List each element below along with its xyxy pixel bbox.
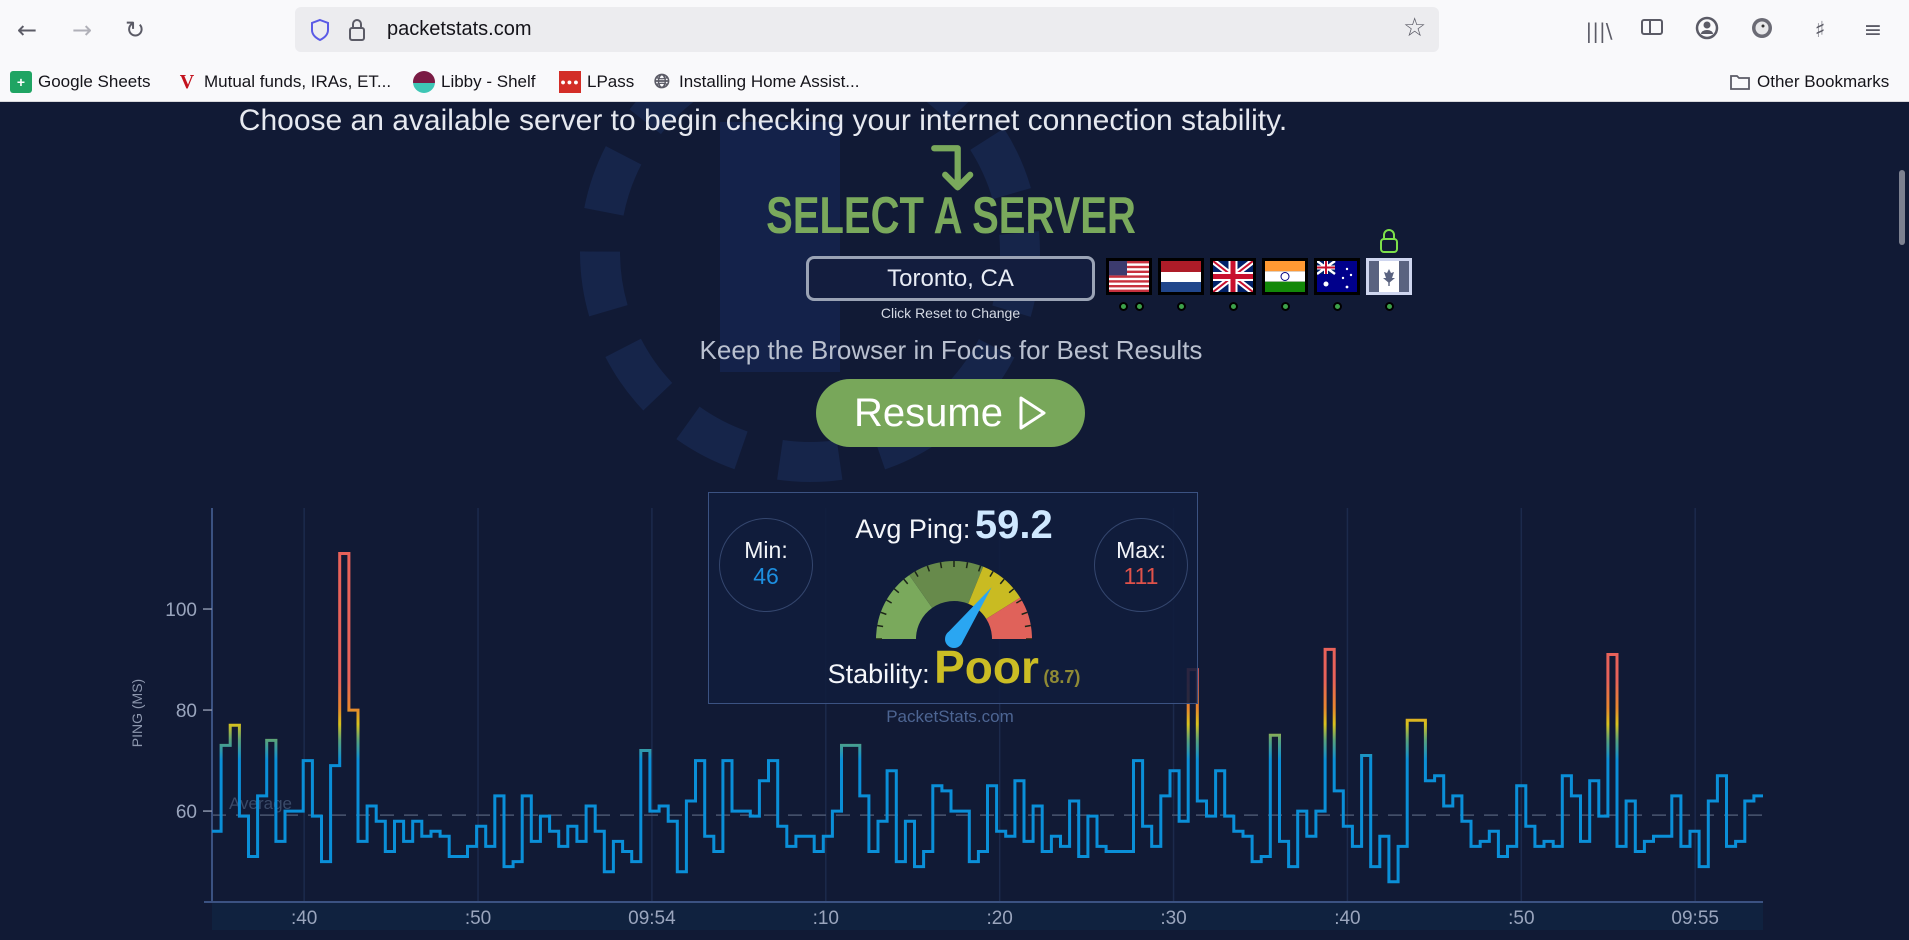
x-tick-label: :50 bbox=[465, 908, 491, 929]
x-tick-label: :40 bbox=[1334, 908, 1360, 929]
bookmark-label: Google Sheets bbox=[38, 72, 151, 91]
packetstats-watermark: PacketStats.com bbox=[886, 707, 1014, 726]
scrollbar-thumb[interactable] bbox=[1899, 170, 1905, 245]
stability-gauge bbox=[876, 561, 1032, 648]
globe-icon: 🌐︎ bbox=[654, 70, 670, 93]
stability-score: (8.7) bbox=[1043, 667, 1081, 687]
gauge-tick bbox=[877, 624, 884, 628]
other-bookmarks-label: Other Bookmarks bbox=[1757, 72, 1890, 91]
bookmark-mutual-funds[interactable]: V Mutual funds, IRAs, ET... bbox=[176, 70, 391, 94]
max-value: 111 bbox=[1123, 563, 1159, 589]
x-tick-label: :40 bbox=[291, 908, 317, 929]
url-text[interactable]: packetstats.com bbox=[387, 18, 532, 41]
lock-icon[interactable] bbox=[348, 17, 366, 42]
x-tick-label: 09:55 bbox=[1671, 908, 1719, 929]
stability-value: Poor bbox=[934, 641, 1039, 693]
bookmark-home-assistant[interactable]: 🌐︎ Installing Home Assist... bbox=[651, 70, 859, 94]
bookmark-label: Libby - Shelf bbox=[441, 72, 536, 91]
star-icon[interactable]: ☆ bbox=[1403, 13, 1426, 43]
min-value: 46 bbox=[753, 563, 779, 589]
reload-icon[interactable]: ↻ bbox=[119, 14, 151, 46]
folder-icon bbox=[1730, 75, 1750, 90]
lastpass-icon: ●●● bbox=[559, 71, 581, 93]
x-tick-label: :30 bbox=[1160, 908, 1186, 929]
shield-icon[interactable] bbox=[309, 18, 331, 42]
google-sheets-icon: + bbox=[10, 71, 32, 93]
stability-label: Stability: bbox=[827, 659, 930, 689]
bookmark-label: Installing Home Assist... bbox=[679, 72, 860, 91]
y-axis-label: PING (MS) bbox=[129, 679, 145, 747]
page-viewport: Choose an available server to begin chec… bbox=[0, 102, 1909, 940]
gauge-tick bbox=[939, 562, 943, 569]
vanguard-icon: V bbox=[179, 70, 195, 93]
forward-icon[interactable]: → bbox=[66, 14, 98, 46]
browser-toolbar: ← → ↻ packetstats.com ☆ |||\ ♯ ≡ bbox=[0, 0, 1909, 62]
extensions-icon[interactable]: ♯ bbox=[1805, 16, 1835, 46]
duckduckgo-icon[interactable] bbox=[1747, 16, 1777, 46]
bookmark-libby[interactable]: Libby - Shelf bbox=[413, 70, 536, 94]
library-icon[interactable]: |||\ bbox=[1584, 16, 1614, 46]
address-bar[interactable]: packetstats.com ☆ bbox=[295, 7, 1439, 52]
avg-ping-label: Avg Ping: bbox=[855, 514, 971, 544]
x-tick-label: :50 bbox=[1508, 908, 1534, 929]
bookmark-label: Mutual funds, IRAs, ET... bbox=[204, 72, 392, 91]
x-tick-label: 09:54 bbox=[628, 908, 676, 929]
x-tick-label: :20 bbox=[986, 908, 1012, 929]
bookmark-lpass[interactable]: ●●● LPass bbox=[559, 70, 634, 94]
gauge-tick bbox=[1024, 624, 1031, 628]
stats-panel: Min: 46 Max: 111 Avg Ping: 59.2 Stabilit… bbox=[708, 492, 1198, 704]
menu-icon[interactable]: ≡ bbox=[1858, 16, 1888, 46]
gauge-tick bbox=[965, 562, 969, 569]
y-tick-label: 100 bbox=[165, 600, 197, 621]
avg-ping-value: 59.2 bbox=[974, 503, 1053, 547]
sidebar-icon[interactable] bbox=[1637, 16, 1667, 46]
bookmark-google-sheets[interactable]: + Google Sheets bbox=[10, 70, 150, 94]
y-tick-label: 80 bbox=[176, 701, 197, 722]
y-tick-label: 60 bbox=[176, 802, 197, 823]
back-icon[interactable]: ← bbox=[11, 14, 43, 46]
account-icon[interactable] bbox=[1692, 16, 1722, 46]
x-tick-label: :10 bbox=[813, 908, 839, 929]
libby-icon bbox=[413, 71, 435, 93]
bookmark-label: LPass bbox=[587, 72, 635, 91]
other-bookmarks[interactable]: Other Bookmarks bbox=[1729, 70, 1889, 94]
